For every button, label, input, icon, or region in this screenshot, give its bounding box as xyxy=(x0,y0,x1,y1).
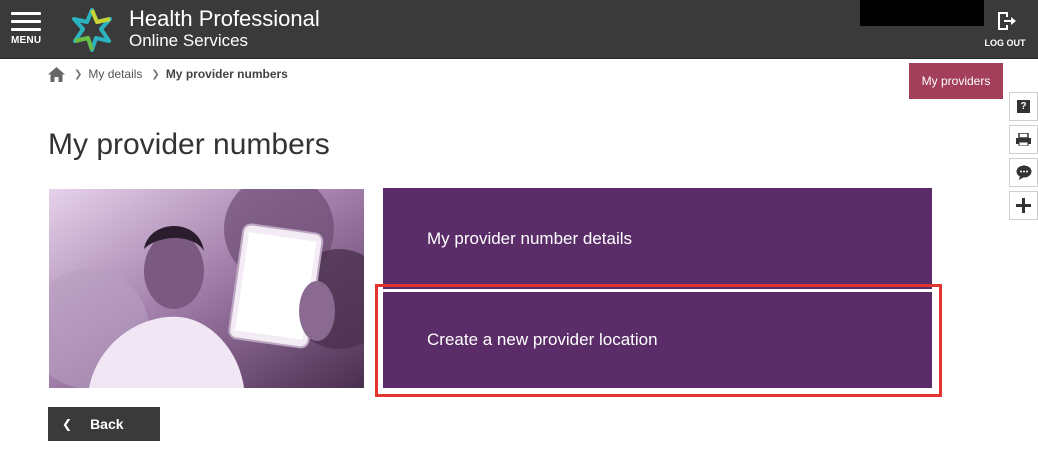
side-toolbar: ? xyxy=(1009,92,1038,224)
back-label: Back xyxy=(90,416,124,432)
hamburger-icon xyxy=(11,12,41,36)
plus-icon[interactable] xyxy=(1009,191,1038,220)
back-button[interactable]: ❮ Back xyxy=(48,407,160,441)
breadcrumb-separator-icon: ❯ xyxy=(151,68,160,80)
menu-button[interactable]: MENU xyxy=(8,12,46,48)
my-providers-button[interactable]: My providers xyxy=(909,63,1003,99)
home-icon[interactable] xyxy=(48,66,65,82)
redacted-user-area xyxy=(860,0,984,26)
print-icon[interactable] xyxy=(1009,125,1038,154)
logout-label: LOG OUT xyxy=(984,38,1026,48)
top-bar: MENU Health Professional Online Services… xyxy=(0,0,1038,59)
breadcrumb-my-details[interactable]: My details xyxy=(88,67,142,81)
brand-subtitle: Online Services xyxy=(129,31,249,50)
chat-icon[interactable] xyxy=(1009,158,1038,187)
logout-button[interactable]: LOG OUT xyxy=(980,10,1030,50)
breadcrumb: ❯ My details ❯ My provider numbers xyxy=(48,64,288,84)
chevron-left-icon: ❮ xyxy=(62,417,73,431)
menu-label: MENU xyxy=(11,35,42,46)
hpos-logo xyxy=(72,8,112,52)
logout-icon xyxy=(998,12,1016,30)
tile-label: My provider number details xyxy=(427,228,633,248)
my-provider-number-details-tile[interactable]: My provider number details xyxy=(383,188,932,289)
page-title: My provider numbers xyxy=(48,128,330,161)
brand-title: Health Professional xyxy=(129,6,320,31)
create-provider-location-tile[interactable]: Create a new provider location xyxy=(383,292,932,388)
tile-label: Create a new provider location xyxy=(427,330,658,349)
breadcrumb-separator-icon: ❯ xyxy=(74,68,83,80)
help-icon[interactable]: ? xyxy=(1009,92,1038,121)
hero-photo xyxy=(49,189,364,388)
breadcrumb-current: My provider numbers xyxy=(165,67,288,81)
